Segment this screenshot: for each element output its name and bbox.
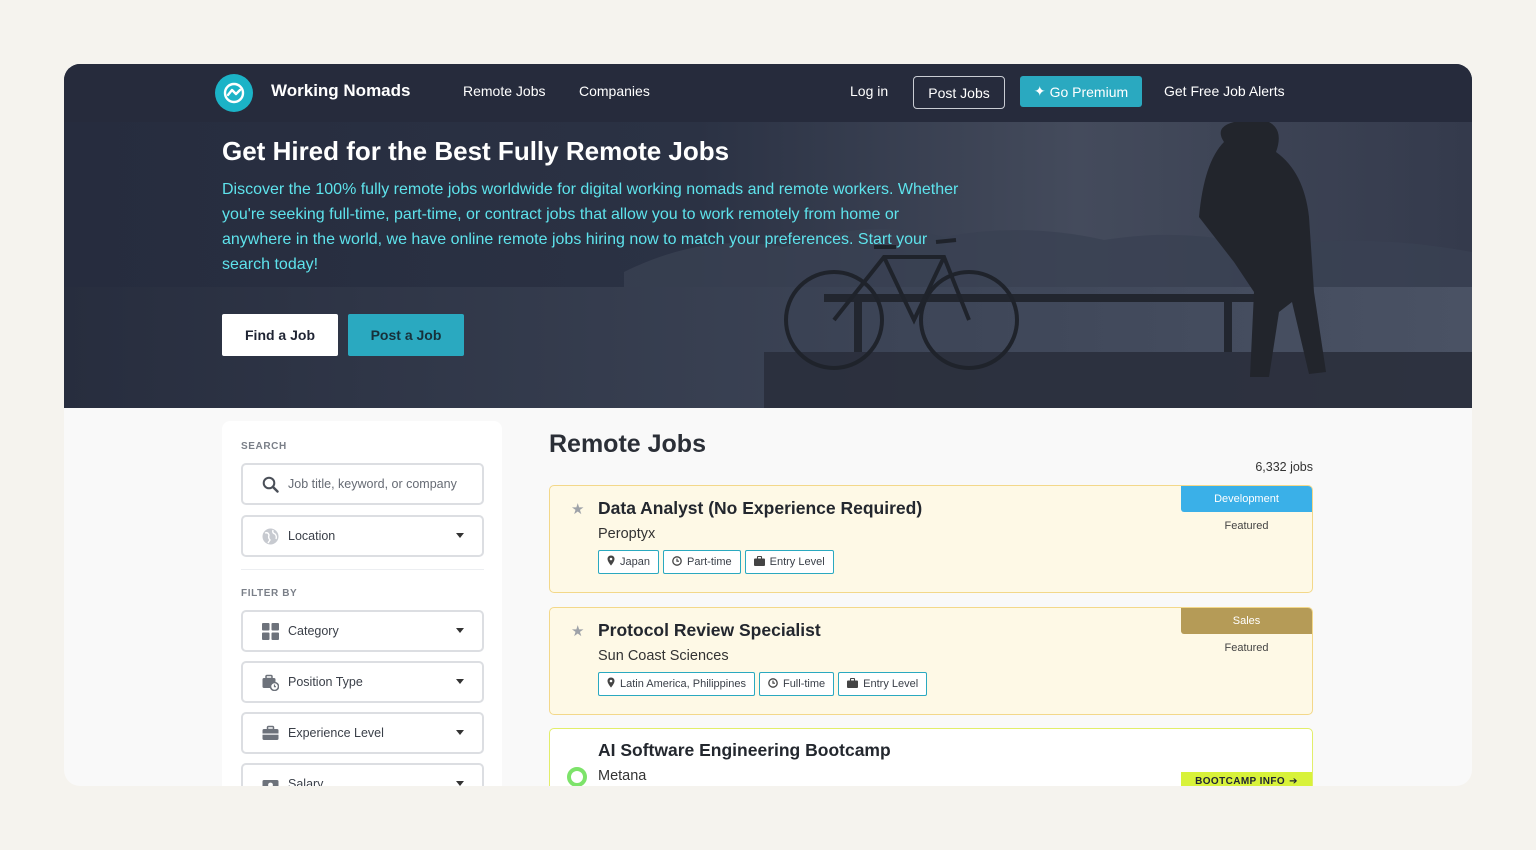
brand-logo-icon[interactable] [215,74,253,112]
featured-label: Featured [1224,642,1269,654]
clock-icon [768,677,778,691]
job-alerts-link[interactable]: Get Free Job Alerts [1164,83,1285,99]
hero-title: Get Hired for the Best Fully Remote Jobs [222,136,730,166]
sparkle-icon: ✦ [1033,83,1046,99]
briefcase-clock-icon [261,673,279,691]
star-icon[interactable]: ★ [571,500,584,518]
go-premium-label: Go Premium [1049,83,1129,100]
chevron-down-icon [456,533,464,538]
money-icon [261,775,279,786]
briefcase-icon [261,724,279,742]
salary-dropdown[interactable]: Salary [241,763,484,786]
position-type-dropdown[interactable]: Position Type [241,661,484,703]
sidebar-divider [241,569,484,570]
hero-section: Working Nomads Remote Jobs Companies Log… [64,64,1472,408]
bootcamp-company[interactable]: Metana [598,768,646,784]
position-type-label: Position Type [288,675,363,689]
go-premium-button[interactable]: ✦ Go Premium [1020,76,1142,107]
location-label: Location [288,529,336,543]
location-tag-label: Japan [620,556,650,568]
job-title[interactable]: Protocol Review Specialist [598,620,821,641]
job-type-tag[interactable]: Full-time [758,672,835,696]
search-input[interactable] [288,477,473,491]
experience-level-label: Experience Level [288,726,384,740]
find-job-button[interactable]: Find a Job [222,314,338,356]
chevron-down-icon [456,628,464,633]
globe-icon [261,527,279,545]
briefcase-icon [847,677,859,691]
nav-link-remote-jobs[interactable]: Remote Jobs [463,83,545,99]
location-tag-label: Latin America, Philippines [620,678,746,690]
job-tags: Japan Part-time Entry Level [598,550,834,574]
clock-icon [672,555,682,569]
chevron-down-icon [456,679,464,684]
level-tag[interactable]: Entry Level [744,550,834,574]
job-company[interactable]: Sun Coast Sciences [598,648,729,664]
bootcamp-logo-icon [567,767,587,786]
star-icon[interactable]: ★ [571,622,584,640]
page-frame: Working Nomads Remote Jobs Companies Log… [64,64,1472,786]
bootcamp-info-badge[interactable]: BOOTCAMP INFO ➔ [1181,772,1312,786]
job-type-tag-label: Full-time [782,678,826,690]
job-title[interactable]: Data Analyst (No Experience Required) [598,498,922,519]
job-tags: Latin America, Philippines Full-time Ent… [598,672,928,696]
level-tag-label: Entry Level [769,556,825,568]
login-link[interactable]: Log in [850,83,888,99]
search-box[interactable] [241,463,484,505]
job-card[interactable]: ★ Data Analyst (No Experience Required) … [549,485,1313,593]
hero-description: Discover the 100% fully remote jobs worl… [222,181,959,273]
briefcase-icon [753,555,765,569]
search-section-label: SEARCH [241,441,287,452]
featured-label: Featured [1224,520,1269,532]
chevron-down-icon [456,730,464,735]
salary-label: Salary [288,777,324,786]
job-card[interactable]: ★ Protocol Review Specialist Sun Coast S… [549,607,1313,715]
bootcamp-card[interactable]: AI Software Engineering Bootcamp Metana … [549,728,1313,786]
location-tag[interactable]: Latin America, Philippines [598,672,755,696]
remote-jobs-heading: Remote Jobs [549,430,706,458]
jobs-count: 6,332 jobs [1255,460,1313,474]
level-tag[interactable]: Entry Level [838,672,928,696]
category-badge[interactable]: Development [1181,486,1312,512]
grid-icon [261,622,279,640]
level-tag-label: Entry Level [863,678,919,690]
location-dropdown[interactable]: Location [241,515,484,557]
category-badge[interactable]: Sales [1181,608,1312,634]
category-label: Category [288,624,339,638]
map-pin-icon [607,555,615,569]
job-type-tag-label: Part-time [686,556,732,568]
bootcamp-info-label: BOOTCAMP INFO [1195,776,1286,786]
location-tag[interactable]: Japan [598,550,659,574]
top-navbar: Working Nomads Remote Jobs Companies Log… [64,64,1472,122]
post-jobs-button[interactable]: Post Jobs [913,76,1005,109]
chevron-down-icon [456,781,464,786]
experience-level-dropdown[interactable]: Experience Level [241,712,484,754]
map-pin-icon [607,677,615,691]
bootcamp-title[interactable]: AI Software Engineering Bootcamp [598,740,891,761]
arrow-right-icon: ➔ [1289,776,1298,786]
category-dropdown[interactable]: Category [241,610,484,652]
post-job-button[interactable]: Post a Job [348,314,464,356]
nav-link-companies[interactable]: Companies [579,83,650,99]
filter-sidebar: SEARCH Location FILTER BY Category [222,421,502,786]
search-icon [261,475,279,493]
job-type-tag[interactable]: Part-time [662,550,741,574]
job-company[interactable]: Peroptyx [598,526,655,542]
brand-name[interactable]: Working Nomads [271,81,410,101]
filter-section-label: FILTER BY [241,588,298,599]
